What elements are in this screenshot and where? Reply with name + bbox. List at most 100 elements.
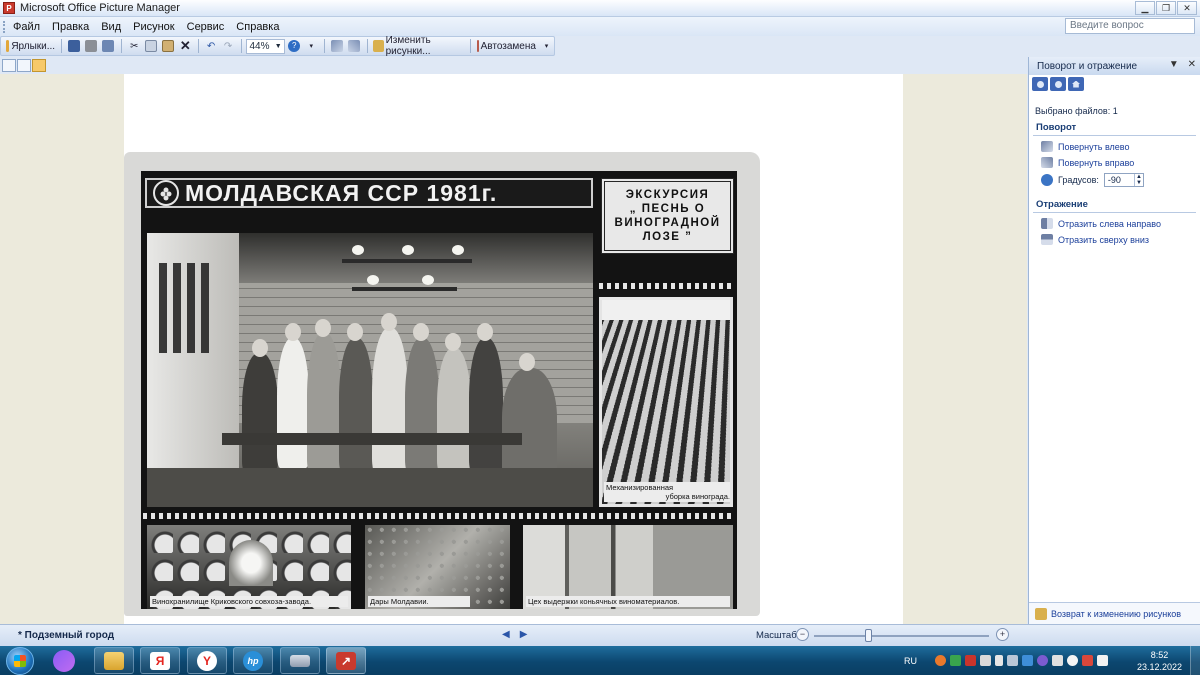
network-icon[interactable] (1007, 655, 1018, 666)
tray-app-icon[interactable] (1052, 655, 1063, 666)
paste-icon (162, 40, 175, 52)
yandex-icon: Я (150, 651, 170, 670)
cut-button[interactable]: ✂ (127, 38, 142, 54)
wall-inscription (159, 263, 215, 353)
system-tray: RU (904, 646, 1108, 675)
close-icon[interactable]: ✕ (1188, 59, 1196, 70)
explorer-icon (104, 651, 124, 670)
close-button[interactable]: ✕ (1177, 1, 1197, 15)
scanner-icon (290, 654, 310, 667)
flip-horizontal-label: Отразить слева направо (1058, 218, 1161, 229)
rotate-right-label: Повернуть вправо (1058, 157, 1135, 168)
toolbar-separator (197, 39, 199, 53)
start-button[interactable] (6, 646, 34, 675)
home-button[interactable] (1068, 77, 1084, 91)
save-button[interactable] (67, 38, 82, 54)
menu-help[interactable]: Справка (230, 21, 285, 33)
zoom-slider-track[interactable] (814, 635, 989, 637)
flip-horizontal-link[interactable]: Отразить слева направо (1041, 218, 1200, 229)
rotate-right-button[interactable] (347, 38, 362, 54)
taskbar-explorer[interactable] (94, 647, 134, 674)
taskbar-scanner[interactable] (280, 647, 320, 674)
back-to-edit-link[interactable]: Возврат к изменению рисунков (1029, 602, 1200, 624)
tray-app-icon[interactable] (1022, 655, 1033, 666)
minimize-icon: ▁ (1141, 2, 1149, 13)
tray-app-icon[interactable] (980, 655, 991, 666)
title-bar: P Microsoft Office Picture Manager ▁ ❐ ✕ (0, 0, 1200, 17)
picture-workspace: МОЛДАВСКАЯ ССР 1981г. ЭКСКУРСИЯ „ ПЕСНЬ … (0, 74, 1027, 624)
help-button[interactable]: ? (287, 38, 302, 54)
degrees-spinner[interactable]: ▲ ▼ (1133, 174, 1143, 186)
taskbar-picture-manager[interactable]: ↗ (326, 647, 366, 674)
menu-view[interactable]: Вид (95, 21, 127, 33)
system-clock[interactable]: 8:52 23.12.2022 (1137, 649, 1182, 673)
back-button[interactable] (1032, 77, 1048, 91)
filmstrip-view-button[interactable] (17, 58, 31, 72)
edit-pictures-icon (1035, 607, 1047, 620)
taskbar-hp[interactable]: hp (233, 647, 273, 674)
rotate-right-link[interactable]: Повернуть вправо (1041, 157, 1200, 168)
viber-icon[interactable] (1037, 655, 1048, 666)
window-title: Microsoft Office Picture Manager (20, 2, 180, 14)
tray-app-icon[interactable] (965, 655, 976, 666)
zoom-slider-thumb[interactable] (865, 629, 872, 642)
toolbar-options-button[interactable]: ▾ (304, 38, 319, 54)
volume-icon[interactable] (995, 655, 1003, 666)
taskbar-alice[interactable] (44, 647, 84, 674)
delete-button[interactable]: ✕ (178, 38, 193, 54)
rotate-left-icon (1041, 141, 1053, 152)
degrees-input[interactable]: -90 ▲ ▼ (1103, 173, 1144, 187)
menu-bar: Файл Правка Вид Рисунок Сервис Справка В… (0, 17, 1200, 36)
thumbnail-view-button[interactable] (2, 58, 16, 72)
zoom-out-icon[interactable]: − (796, 628, 809, 641)
tray-app-icon[interactable] (1097, 655, 1108, 666)
vineyard-photo: Механизированная уборка винограда. (599, 297, 733, 507)
single-picture-view-button[interactable] (32, 58, 46, 72)
flip-vertical-link[interactable]: Отразить сверху вниз (1041, 234, 1200, 245)
redo-icon: ↷ (223, 40, 233, 52)
help-search-input[interactable]: Введите вопрос (1065, 18, 1195, 34)
yandex-tray-icon[interactable] (1067, 655, 1078, 666)
print-button[interactable] (84, 38, 99, 54)
picture-canvas[interactable]: МОЛДАВСКАЯ ССР 1981г. ЭКСКУРСИЯ „ ПЕСНЬ … (124, 74, 903, 624)
tray-app-icon[interactable] (950, 655, 961, 666)
menu-picture[interactable]: Рисунок (127, 21, 181, 33)
minimize-button[interactable]: ▁ (1135, 1, 1155, 15)
tray-app-icon[interactable] (935, 655, 946, 666)
edit-pictures-button[interactable]: Изменить рисунки... (372, 35, 465, 57)
rotate-left-button[interactable] (330, 38, 345, 54)
copy-icon (145, 40, 158, 52)
menu-edit[interactable]: Правка (46, 21, 95, 33)
zoom-in-icon[interactable]: + (996, 628, 1009, 641)
previous-picture-icon[interactable]: ◀ (502, 629, 510, 640)
autocorrect-button[interactable]: Автозамена (476, 38, 537, 54)
toolbar-options-button[interactable]: ▾ (539, 38, 554, 54)
toolbar-separator (240, 39, 242, 53)
taskbar-yandex-browser[interactable]: Y (187, 647, 227, 674)
toolbar-separator (366, 39, 368, 53)
menu-tools[interactable]: Сервис (181, 21, 231, 33)
restore-button[interactable]: ❐ (1156, 1, 1176, 15)
show-desktop-button[interactable] (1190, 646, 1200, 675)
strip-caption: Дары Молдавии. (368, 596, 470, 607)
standard-toolbar: Ярлыки... ✂ ✕ ↶ ↷ 44% ▼ ? ▾ Изменить рис… (0, 35, 555, 57)
email-button[interactable] (101, 38, 116, 54)
zoom-select[interactable]: 44% ▼ (246, 38, 285, 54)
copy-button[interactable] (144, 38, 159, 54)
menu-file[interactable]: Файл (7, 21, 46, 33)
person (339, 338, 373, 473)
chevron-down-icon: ▾ (309, 43, 313, 50)
chevron-down-icon[interactable]: ▼ (1169, 59, 1179, 70)
redo-button[interactable]: ↷ (221, 38, 236, 54)
rotate-left-link[interactable]: Повернуть влево (1041, 141, 1200, 152)
language-indicator[interactable]: RU (904, 656, 917, 666)
next-picture-icon[interactable]: ▶ (520, 629, 528, 640)
save-icon (68, 40, 81, 52)
taskbar-yandex[interactable]: Я (140, 647, 180, 674)
shortcuts-button[interactable]: Ярлыки... (5, 38, 56, 54)
tray-app-icon[interactable] (1082, 655, 1093, 666)
forward-button[interactable] (1050, 77, 1066, 91)
undo-button[interactable]: ↶ (204, 38, 219, 54)
paste-button[interactable] (161, 38, 176, 54)
task-pane-nav (1032, 77, 1200, 93)
